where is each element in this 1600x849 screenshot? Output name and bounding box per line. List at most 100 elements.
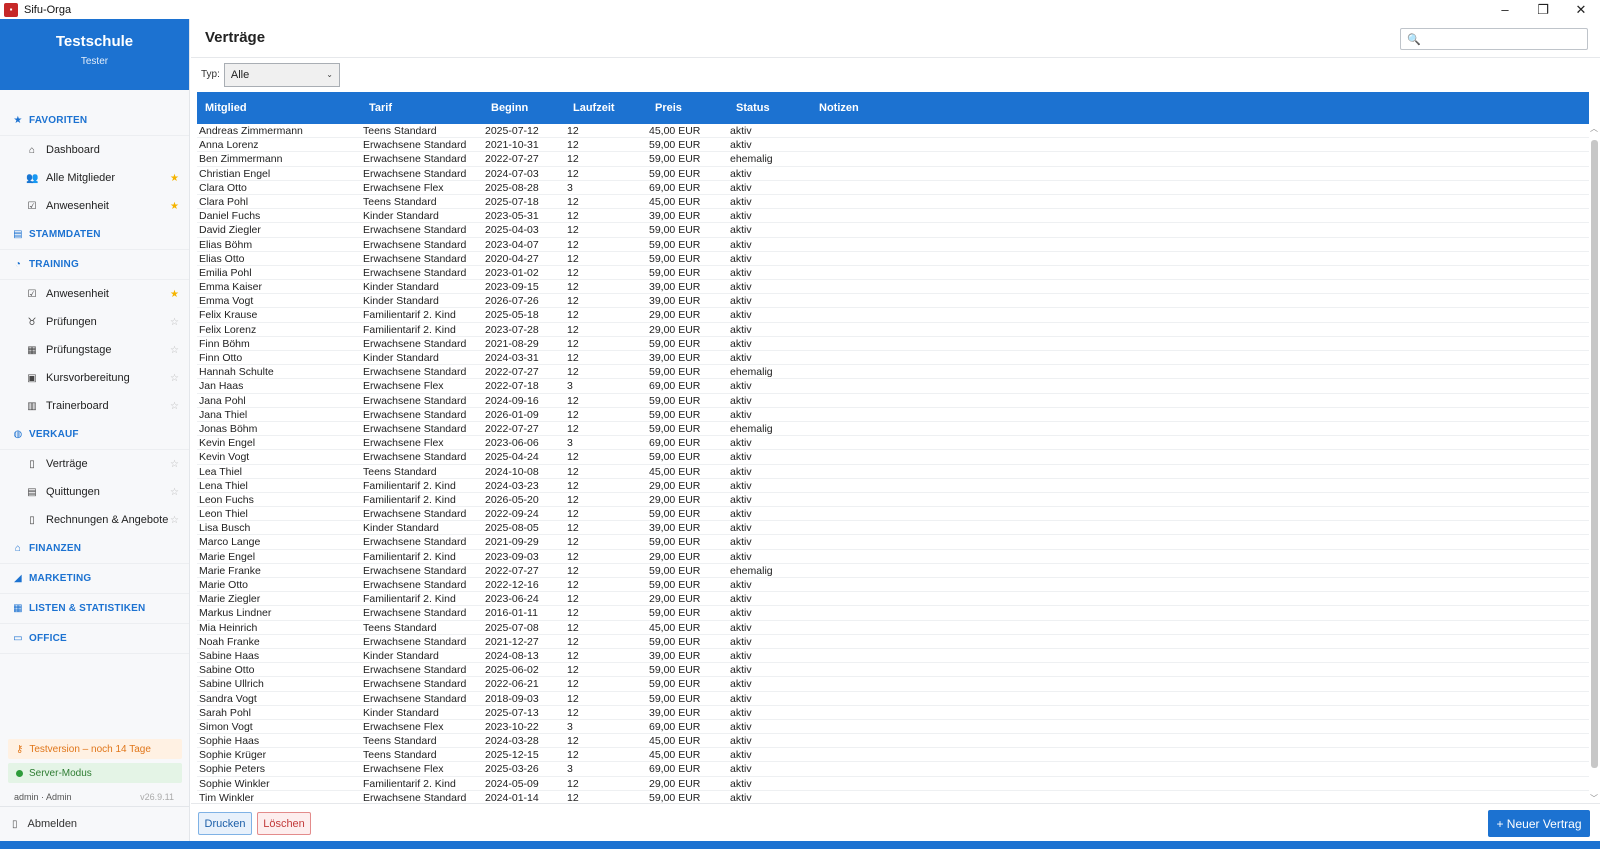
table-row[interactable]: Clara Pohl Teens Standard 2025-07-18 12 45,0… [197,195,1589,210]
favorite-star-icon[interactable]: ☆ [170,515,179,526]
minimize-icon[interactable]: – [1486,0,1524,19]
table-row[interactable]: Jonas Böhm Erwachsene Standard 2022-07-27 1… [197,422,1589,437]
table-row[interactable]: Anna Lorenz Erwachsene Standard 2021-10-31… [197,138,1589,153]
table-row[interactable]: Finn Otto Kinder Standard 2024-03-31 12 39,0… [197,351,1589,366]
table-row[interactable]: Andreas Zimmermann Teens Standard 2025-07-… [197,124,1589,139]
table-row[interactable]: Sandra Vogt Erwachsene Standard 2018-09-03… [197,692,1589,706]
table-row[interactable]: Sophie Winkler Familientarif 2. Kind 2024-… [197,777,1589,791]
print-button[interactable]: Drucken [198,812,252,835]
medal-icon: ♉ [27,316,37,328]
favorite-star-icon[interactable]: ★ [170,289,179,300]
favorite-star-icon[interactable]: ☆ [170,373,179,384]
table-row[interactable]: Sophie Haas Teens Standard 2024-03-28 12 45,… [197,734,1589,749]
table-row[interactable]: Felix Lorenz Familientarif 2. Kind 2023-07… [197,323,1589,337]
table-row[interactable]: David Ziegler Erwachsene Standard 2025-04-… [197,223,1589,238]
sidebar-item-anwesenheit-fav[interactable]: ☑ Anwesenheit ★ [0,192,189,220]
table-row[interactable]: Jan Haas Erwachsene Flex 2022-07-18 3 69,00 … [197,379,1589,394]
table-row[interactable]: Sarah Pohl Kinder Standard 2025-07-13 12 39,… [197,706,1589,720]
table-row[interactable]: Sabine Otto Erwachsene Standard 2025-06-02… [197,663,1589,678]
table-row[interactable]: Markus Lindner Erwachsene Standard 2016-01… [197,606,1589,621]
table-row[interactable]: Emma Vogt Kinder Standard 2026-07-26 12 39,0… [197,294,1589,309]
section-training[interactable]: ◔ TRAINING [0,250,189,280]
sidebar-item-alle-mitglieder[interactable]: 👥 Alle Mitglieder ★ [0,164,189,192]
table-row[interactable]: Marie Otto Erwachsene Standard 2022-12-16 1… [197,578,1589,593]
table-row[interactable]: Leon Thiel Erwachsene Standard 2022-09-24 1… [197,507,1589,522]
column-header-laufzeit[interactable]: Laufzeit [573,102,615,114]
sidebar-item-anwesenheit[interactable]: ☑ Anwesenheit ★ [0,280,189,308]
sidebar-item-pruefungstage[interactable]: ▦ Prüfungstage ☆ [0,336,189,364]
scrollbar-thumb[interactable] [1591,140,1598,768]
table-row[interactable]: Finn Böhm Erwachsene Standard 2021-08-29 12… [197,337,1589,351]
favorite-star-icon[interactable]: ★ [170,173,179,184]
table-row[interactable]: Leon Fuchs Familientarif 2. Kind 2026-05-2… [197,493,1589,508]
section-listen[interactable]: ▦ LISTEN & STATISTIKEN [0,594,189,624]
table-row[interactable]: Felix Krause Familientarif 2. Kind 2025-05… [197,308,1589,323]
table-row[interactable]: Marie Ziegler Familientarif 2. Kind 2023-0… [197,592,1589,607]
new-contract-button[interactable]: + Neuer Vertrag [1488,810,1590,837]
section-verkauf[interactable]: ◍ VERKAUF [0,420,189,450]
table-row[interactable]: Jana Pohl Erwachsene Standard 2024-09-16 12… [197,394,1589,408]
favorite-star-icon[interactable]: ☆ [170,459,179,470]
sidebar-item-pruefungen[interactable]: ♉ Prüfungen ☆ [0,308,189,336]
cell-status: aktiv [730,493,752,506]
table-row[interactable]: Sophie Peters Erwachsene Flex 2025-03-26 3 6… [197,762,1589,777]
table-row[interactable]: Hannah Schulte Erwachsene Standard 2022-07… [197,365,1589,380]
favorite-star-icon[interactable]: ☆ [170,487,179,498]
column-header-mitglied[interactable]: Mitglied [205,102,247,114]
sidebar-item-rechnungen[interactable]: ▯ Rechnungen & Angebote ☆ [0,506,189,534]
table-row[interactable]: Ben Zimmermann Erwachsene Standard 2022-07… [197,152,1589,167]
logout-button[interactable]: ▯ Abmelden [0,807,190,841]
section-office[interactable]: ▭ OFFICE [0,624,189,654]
column-header-beginn[interactable]: Beginn [491,102,528,114]
sidebar-item-dashboard[interactable]: ⌂ Dashboard [0,136,189,164]
section-stammdaten[interactable]: ▤ STAMMDATEN [0,220,189,250]
table-row[interactable]: Elias Otto Erwachsene Standard 2020-04-27 1… [197,252,1589,266]
table-row[interactable]: Lena Thiel Familientarif 2. Kind 2024-03-2… [197,479,1589,493]
table-row[interactable]: Noah Franke Erwachsene Standard 2021-12-27… [197,635,1589,649]
section-finanzen[interactable]: ⌂ FINANZEN [0,534,189,564]
table-row[interactable]: Kevin Engel Erwachsene Flex 2023-06-06 3 69,… [197,436,1589,451]
table-row[interactable]: Sabine Ullrich Erwachsene Standard 2022-06… [197,677,1589,692]
table-row[interactable]: Clara Otto Erwachsene Flex 2025-08-28 3 69,0… [197,181,1589,195]
trial-badge[interactable]: ⚷ Testversion – noch 14 Tage [8,739,182,759]
column-header-notizen[interactable]: Notizen [819,102,859,114]
favorite-star-icon[interactable]: ☆ [170,317,179,328]
sidebar-item-trainerboard[interactable]: ▥ Trainerboard ☆ [0,392,189,420]
sidebar-item-vertraege[interactable]: ▯ Verträge ☆ [0,450,189,478]
delete-button[interactable]: Löschen [257,812,311,835]
table-row[interactable]: Marco Lange Erwachsene Standard 2021-09-29… [197,535,1589,550]
table-row[interactable]: Lea Thiel Teens Standard 2024-10-08 12 45,00… [197,465,1589,479]
table-row[interactable]: Mia Heinrich Teens Standard 2025-07-08 12 45… [197,621,1589,635]
vertical-scrollbar[interactable]: ︿ ﹀ [1589,124,1599,804]
table-row[interactable]: Elias Böhm Erwachsene Standard 2023-04-07 1… [197,238,1589,252]
table-row[interactable]: Simon Vogt Erwachsene Flex 2023-10-22 3 69,0… [197,720,1589,735]
table-row[interactable]: Kevin Vogt Erwachsene Standard 2025-04-24 1… [197,450,1589,465]
table-row[interactable]: Lisa Busch Kinder Standard 2025-08-05 12 39,… [197,521,1589,536]
table-row[interactable]: Sabine Haas Kinder Standard 2024-08-13 12 39… [197,649,1589,664]
section-favoriten[interactable]: ★ FAVORITEN [0,106,189,136]
scroll-up-icon[interactable]: ︿ [1589,124,1599,134]
table-row[interactable]: Emilia Pohl Erwachsene Standard 2023-01-02… [197,266,1589,281]
favorite-star-icon[interactable]: ☆ [170,401,179,412]
sidebar-item-quittungen[interactable]: ▤ Quittungen ☆ [0,478,189,506]
table-row[interactable]: Marie Franke Erwachsene Standard 2022-07-2… [197,564,1589,578]
favorite-star-icon[interactable]: ★ [170,201,179,212]
cell-preis: 59,00 EUR [649,252,701,265]
table-row[interactable]: Daniel Fuchs Kinder Standard 2023-05-31 12 3… [197,209,1589,224]
sidebar-item-kursvorbereitung[interactable]: ▣ Kursvorbereitung ☆ [0,364,189,392]
sidebar-item-label: Prüfungstage [46,344,112,356]
close-icon[interactable]: ✕ [1562,0,1600,19]
table-row[interactable]: Jana Thiel Erwachsene Standard 2026-01-09 1… [197,408,1589,422]
maximize-icon[interactable]: ❐ [1524,0,1562,19]
type-filter-select[interactable]: Alle ⌄ [223,62,340,87]
column-header-tarif[interactable]: Tarif [369,102,392,114]
favorite-star-icon[interactable]: ☆ [170,345,179,356]
table-row[interactable]: Sophie Krüger Teens Standard 2025-12-15 12 4… [197,748,1589,763]
table-row[interactable]: Christian Engel Erwachsene Standard 2024-0… [197,167,1589,181]
section-marketing[interactable]: ◢ MARKETING [0,564,189,594]
search-input[interactable]: 🔍 [1400,28,1588,50]
column-header-status[interactable]: Status [736,102,770,114]
table-row[interactable]: Marie Engel Familientarif 2. Kind 2023-09-… [197,550,1589,564]
column-header-preis[interactable]: Preis [655,102,682,114]
table-row[interactable]: Emma Kaiser Kinder Standard 2023-09-15 12 39… [197,280,1589,295]
